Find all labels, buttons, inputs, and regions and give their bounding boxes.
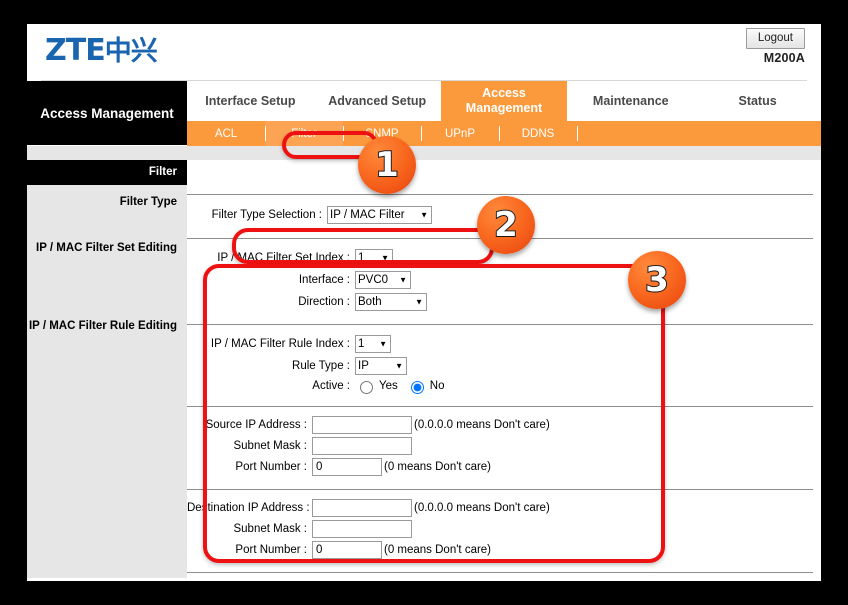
row-rule-type: Rule Type : IP xyxy=(187,356,821,375)
page-body: Filter Filter Type IP / MAC Filter Set E… xyxy=(27,160,821,578)
rule-type-select[interactable]: IP xyxy=(355,357,407,375)
active-yes-label: Yes xyxy=(379,380,398,392)
page-header: ZTE中兴 Logout M200A xyxy=(27,24,821,81)
label-rule-index: IP / MAC Filter Rule Index : xyxy=(210,337,350,350)
rule-index-select-wrap: 1 xyxy=(355,334,391,353)
annotation-badge-3: 3 xyxy=(628,251,686,309)
source-ip-input[interactable] xyxy=(312,416,412,434)
annotation-badge-2: 2 xyxy=(477,196,535,254)
destination-ip-input[interactable] xyxy=(312,499,412,517)
content-spacer-top xyxy=(187,160,821,194)
active-no-label: No xyxy=(429,380,445,392)
label-source-port: Port Number : xyxy=(235,461,307,473)
subtab-acl[interactable]: ACL xyxy=(187,121,265,146)
main-tab-list: Interface Setup Advanced Setup Access Ma… xyxy=(187,81,821,121)
annotation-badge-3-number: 3 xyxy=(644,260,670,300)
section-title-block: Access Management xyxy=(27,81,187,145)
screenshot-frame: ZTE中兴 Logout M200A Access Management Int… xyxy=(0,0,848,605)
filter-type-select-wrap: IP / MAC Filter xyxy=(327,205,432,224)
row-direction: Direction : Both xyxy=(187,292,821,311)
label-destination-ip: Destination IP Address : xyxy=(187,502,310,514)
logo-cjk-text: 中兴 xyxy=(104,36,158,67)
direction-select[interactable]: Both xyxy=(355,293,427,311)
tab-access-management[interactable]: Access Management xyxy=(440,81,568,121)
destination-section: Destination IP Address : (0.0.0.0 means … xyxy=(187,490,821,572)
tab-interface-setup[interactable]: Interface Setup xyxy=(187,81,314,121)
logout-area: Logout M200A xyxy=(745,28,805,65)
direction-select-wrap: Both xyxy=(355,292,427,311)
row-destination-mask: Subnet Mask : xyxy=(187,520,821,538)
label-set-index: IP / MAC Filter Set Index : xyxy=(217,251,350,264)
source-port-hint: (0 means Don't care) xyxy=(384,461,492,473)
tab-advanced-setup[interactable]: Advanced Setup xyxy=(314,81,441,121)
label-active: Active : xyxy=(312,380,350,392)
router-admin-page: ZTE中兴 Logout M200A Access Management Int… xyxy=(27,24,821,581)
destination-port-hint: (0 means Don't care) xyxy=(384,544,492,556)
zte-logo: ZTE中兴 xyxy=(45,33,158,68)
annotation-badge-1: 1 xyxy=(358,136,416,194)
active-yes-radio[interactable] xyxy=(360,381,373,394)
subtab-upnp[interactable]: UPnP xyxy=(421,121,499,146)
row-destination-port: Port Number : (0 means Don't care) xyxy=(187,541,821,559)
filter-type-select[interactable]: IP / MAC Filter xyxy=(327,206,432,224)
active-no-radio[interactable] xyxy=(410,381,424,394)
source-section: Source IP Address : (0.0.0.0 means Don't… xyxy=(187,407,821,489)
tab-status[interactable]: Status xyxy=(694,81,821,121)
subtab-filter[interactable]: Filter xyxy=(265,121,343,146)
logo-latin-text: ZTE xyxy=(45,33,106,68)
set-index-select[interactable]: 1 xyxy=(355,249,393,267)
content-top-strip xyxy=(27,146,821,160)
label-filter-type-selection: Filter Type Selection : xyxy=(211,208,322,221)
subtab-ddns[interactable]: DDNS xyxy=(499,121,577,146)
sidebar-label-rule-editing: IP / MAC Filter Rule Editing xyxy=(28,320,177,332)
row-rule-index: IP / MAC Filter Rule Index : 1 xyxy=(187,334,821,353)
annotation-badge-2-number: 2 xyxy=(493,205,519,245)
divider-below-destination xyxy=(187,572,813,573)
row-active: Active : Yes No xyxy=(187,378,821,394)
tab-maintenance[interactable]: Maintenance xyxy=(567,81,694,121)
subnav-filler xyxy=(577,121,821,146)
source-port-input[interactable] xyxy=(312,458,382,476)
sidebar-label-set-editing: IP / MAC Filter Set Editing xyxy=(36,242,177,254)
row-source-ip: Source IP Address : (0.0.0.0 means Don't… xyxy=(187,416,821,434)
label-direction: Direction : xyxy=(298,295,350,308)
interface-select[interactable]: PVC0 xyxy=(355,271,411,289)
row-source-port: Port Number : (0 means Don't care) xyxy=(187,458,821,476)
label-source-mask: Subnet Mask : xyxy=(233,440,307,452)
destination-port-input[interactable] xyxy=(312,541,382,559)
rule-editing-section: IP / MAC Filter Rule Index : 1 Rule Type… xyxy=(187,325,821,406)
logout-button[interactable]: Logout xyxy=(745,28,805,49)
label-destination-port: Port Number : xyxy=(235,544,307,556)
label-interface: Interface : xyxy=(298,273,350,286)
sub-navigation: ACL Filter SNMP UPnP DDNS xyxy=(187,121,821,146)
row-destination-ip: Destination IP Address : (0.0.0.0 means … xyxy=(187,499,821,517)
source-mask-input[interactable] xyxy=(312,437,412,455)
row-source-mask: Subnet Mask : xyxy=(187,437,821,455)
label-source-ip: Source IP Address : xyxy=(205,419,307,431)
sidebar-title-filter: Filter xyxy=(27,160,187,185)
label-rule-type: Rule Type : xyxy=(292,359,350,372)
annotation-badge-1-number: 1 xyxy=(374,145,400,185)
device-model-label: M200A xyxy=(763,51,805,65)
set-index-select-wrap: 1 xyxy=(355,248,393,267)
label-destination-mask: Subnet Mask : xyxy=(233,523,307,535)
source-ip-hint: (0.0.0.0 means Don't care) xyxy=(414,419,550,431)
rule-index-select[interactable]: 1 xyxy=(355,335,391,353)
section-sidebar: Filter Filter Type IP / MAC Filter Set E… xyxy=(27,160,187,578)
row-interface: Interface : PVC0 xyxy=(187,270,821,289)
destination-ip-hint: (0.0.0.0 means Don't care) xyxy=(414,502,550,514)
interface-select-wrap: PVC0 xyxy=(355,270,411,289)
destination-mask-input[interactable] xyxy=(312,520,412,538)
rule-type-select-wrap: IP xyxy=(355,356,407,375)
sidebar-label-filter-type: Filter Type xyxy=(119,196,177,208)
main-navigation: Access Management Interface Setup Advanc… xyxy=(27,81,821,145)
